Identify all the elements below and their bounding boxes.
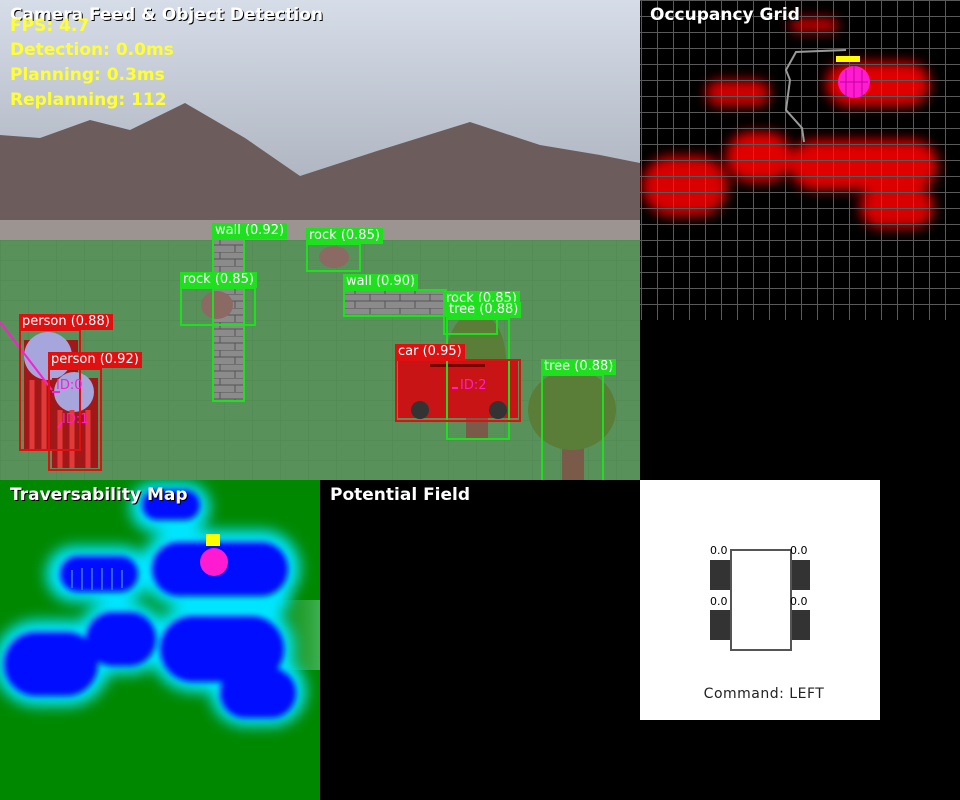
track-id-0: ID:0: [56, 378, 83, 393]
detection-label-tree-2: tree (0.88): [541, 359, 617, 375]
robot-chassis: [730, 549, 792, 651]
wheel-speed-front-right: 0.0: [790, 544, 808, 557]
robot-status-panel: 0.0 0.0 0.0 0.0 Command: LEFT: [640, 480, 880, 720]
camera-feed-panel: Camera Feed & Object Detection FPS: 4.7 …: [0, 0, 640, 480]
obstacle-region-7: [220, 668, 296, 718]
robot-heading-marker: [206, 534, 220, 546]
wheel-speed-rear-right: 0.0: [790, 595, 808, 608]
occupancy-panel-title: Occupancy Grid: [650, 5, 800, 25]
detection-box-rock-2[interactable]: [180, 287, 256, 326]
wheel-rear-left: [710, 610, 732, 640]
robot-diagram: [710, 549, 810, 651]
track-id-1: ID:1: [62, 412, 89, 427]
traversability-map-panel: Traversability Map: [0, 480, 320, 800]
robot-heading-marker: [836, 56, 860, 62]
detection-label-person-1: person (0.88): [19, 314, 113, 330]
wheel-speed-front-left: 0.0: [710, 544, 728, 557]
wheel-front-left: [710, 560, 732, 590]
obstacle-region-5: [86, 612, 156, 666]
command-readout: Command: LEFT: [703, 686, 825, 702]
detection-label-tree-1: tree (0.88): [446, 302, 522, 318]
potential-panel-title: Potential Field: [330, 485, 471, 505]
obstacle-region-4: [4, 632, 98, 696]
detection-label-car: car (0.95): [395, 344, 465, 360]
occupancy-grid-panel: Occupancy Grid: [640, 0, 960, 480]
detection-label-rock-1: rock (0.85): [306, 228, 383, 244]
replanning-count-readout: Replanning: 112: [10, 90, 167, 110]
planning-time-readout: Planning: 0.3ms: [10, 65, 165, 85]
potential-field-panel: Potential Field: [320, 480, 640, 800]
detection-box-wall-2[interactable]: [343, 289, 447, 317]
traversability-map: [0, 482, 320, 726]
detection-label-rock-2: rock (0.85): [180, 272, 257, 288]
track-id-2: ID:2: [460, 378, 487, 393]
occupancy-grid-map: [640, 0, 960, 320]
detection-label-wall-2: wall (0.90): [343, 274, 419, 290]
detection-label-wall-1: wall (0.92): [212, 223, 288, 239]
robot-position: [200, 548, 228, 576]
detection-time-readout: Detection: 0.0ms: [10, 40, 174, 60]
wheel-speed-rear-left: 0.0: [710, 595, 728, 608]
fps-readout: FPS: 4.7: [10, 16, 90, 36]
traversability-panel-title: Traversability Map: [10, 485, 188, 505]
detection-box-rock-1[interactable]: [306, 243, 361, 272]
detection-box-car[interactable]: [395, 359, 521, 422]
detection-box-tree-2[interactable]: [541, 374, 604, 480]
detection-label-person-2: person (0.92): [48, 352, 142, 368]
